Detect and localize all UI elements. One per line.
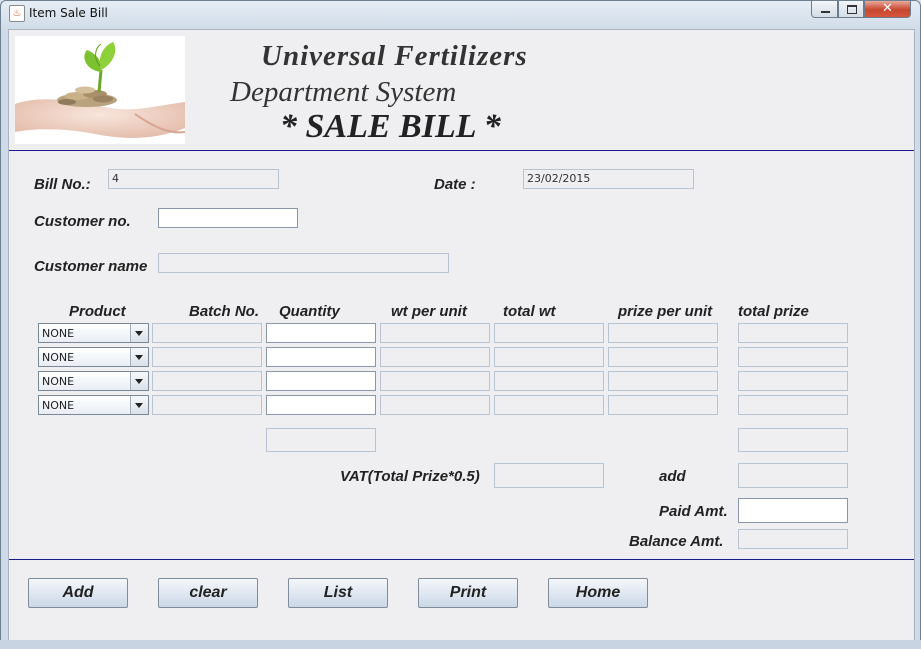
total-prize-field-row-1 (738, 323, 848, 343)
column-header-quantity: Quantity (279, 303, 340, 320)
department-name: Department System (230, 76, 457, 108)
list-button[interactable]: List (288, 578, 388, 608)
close-icon: ✕ (882, 1, 893, 16)
total-prize-field-row-2 (738, 347, 848, 367)
customer-name-field (158, 253, 449, 273)
chevron-down-icon[interactable] (130, 348, 148, 366)
paid-amount-label: Paid Amt. (659, 503, 728, 520)
quantity-input-row-2[interactable] (266, 347, 376, 367)
product-select-row-4[interactable]: NONE (38, 395, 149, 415)
quantity-input-row-3[interactable] (266, 371, 376, 391)
product-select-value: NONE (42, 399, 75, 412)
page-title: * SALE BILL * (280, 108, 501, 145)
wt-per-unit-field-row-3 (380, 371, 490, 391)
total-wt-field-row-2 (494, 347, 604, 367)
title-bar[interactable]: ♨ Item Sale Bill ✕ (1, 1, 920, 29)
column-header-total-wt: total wt (503, 303, 556, 320)
product-select-row-3[interactable]: NONE (38, 371, 149, 391)
window-bottom-edge (0, 640, 921, 649)
date-label: Date : (434, 176, 476, 193)
balance-amount-field (738, 529, 848, 549)
app-window: ♨ Item Sale Bill ✕ Universal Fertilizers… (0, 0, 921, 647)
add-field (738, 463, 848, 488)
customer-name-label: Customer name (34, 258, 148, 275)
close-button[interactable]: ✕ (864, 1, 911, 18)
product-select-value: NONE (42, 375, 75, 388)
company-name: Universal Fertilizers (261, 40, 528, 72)
wt-per-unit-field-row-4 (380, 395, 490, 415)
column-header-product: Product (69, 303, 126, 320)
header-divider (9, 150, 914, 151)
minimize-icon (821, 11, 830, 13)
window-title: Item Sale Bill (29, 6, 108, 20)
clear-button[interactable]: clear (158, 578, 258, 608)
bill-no-field: 4 (108, 169, 279, 189)
vat-field (494, 463, 604, 488)
batch-no-field-row-1 (152, 323, 262, 343)
balance-amount-label: Balance Amt. (629, 533, 724, 550)
product-select-row-1[interactable]: NONE (38, 323, 149, 343)
customer-no-input[interactable] (158, 208, 298, 228)
quantity-total-field (266, 428, 376, 452)
prize-per-unit-field-row-1 (608, 323, 718, 343)
total-wt-field-row-1 (494, 323, 604, 343)
quantity-input-row-1[interactable] (266, 323, 376, 343)
prize-per-unit-field-row-4 (608, 395, 718, 415)
column-header-batch-no: Batch No. (189, 303, 260, 320)
chevron-down-icon[interactable] (130, 324, 148, 342)
total-prize-sum-field (738, 428, 848, 452)
product-select-value: NONE (42, 351, 75, 364)
java-app-icon: ♨ (9, 5, 25, 22)
product-select-row-2[interactable]: NONE (38, 347, 149, 367)
logo-image (15, 36, 185, 144)
footer-divider (9, 559, 914, 560)
batch-no-field-row-4 (152, 395, 262, 415)
column-header-wt-per-unit: wt per unit (391, 303, 467, 320)
product-select-value: NONE (42, 327, 75, 340)
total-wt-field-row-4 (494, 395, 604, 415)
prize-per-unit-field-row-2 (608, 347, 718, 367)
add-button[interactable]: Add (28, 578, 128, 608)
batch-no-field-row-3 (152, 371, 262, 391)
column-header-prize-per-unit: prize per unit (618, 303, 713, 320)
batch-no-field-row-2 (152, 347, 262, 367)
print-button[interactable]: Print (418, 578, 518, 608)
wt-per-unit-field-row-1 (380, 323, 490, 343)
bill-no-label: Bill No.: (34, 176, 91, 193)
minimize-button[interactable] (811, 1, 838, 18)
add-label: add (659, 468, 686, 485)
quantity-input-row-4[interactable] (266, 395, 376, 415)
wt-per-unit-field-row-2 (380, 347, 490, 367)
prize-per-unit-field-row-3 (608, 371, 718, 391)
chevron-down-icon[interactable] (130, 396, 148, 414)
column-header-total-prize: total prize (738, 303, 809, 320)
total-wt-field-row-3 (494, 371, 604, 391)
hand-coins-plant-icon (15, 42, 185, 138)
home-button[interactable]: Home (548, 578, 648, 608)
date-field: 23/02/2015 (523, 169, 694, 189)
customer-no-label: Customer no. (34, 213, 131, 230)
sale-bill-panel: Universal Fertilizers Department System … (8, 29, 915, 642)
total-prize-field-row-3 (738, 371, 848, 391)
total-prize-field-row-4 (738, 395, 848, 415)
paid-amount-input[interactable] (738, 498, 848, 523)
maximize-icon (847, 5, 857, 14)
chevron-down-icon[interactable] (130, 372, 148, 390)
vat-label: VAT(Total Prize*0.5) (340, 468, 480, 485)
maximize-button[interactable] (838, 1, 864, 18)
